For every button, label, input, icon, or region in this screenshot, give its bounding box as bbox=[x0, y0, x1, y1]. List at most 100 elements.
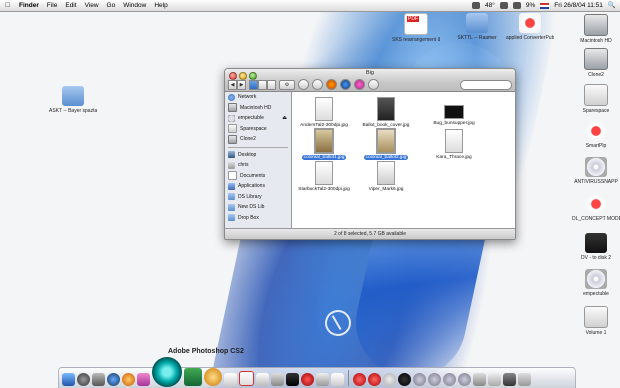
window-titlebar[interactable]: Big ◀ ▶ ⚙ bbox=[225, 69, 515, 92]
minimized-window-icon[interactable] bbox=[473, 373, 486, 386]
desktop-icon-pdf[interactable]: SKS rearrangement & cleared comp bbox=[392, 13, 440, 43]
toolbar-app-icon-4[interactable] bbox=[354, 79, 365, 90]
forward-button[interactable]: ▶ bbox=[237, 79, 246, 90]
desktop-icon-concept[interactable]: DL_CONCEPT MODE bbox=[572, 194, 620, 222]
toolbar-app-icon-1[interactable] bbox=[312, 79, 323, 90]
minimized-window-icon[interactable] bbox=[503, 373, 516, 386]
preview-dock-icon[interactable] bbox=[224, 373, 237, 386]
minimized-window-icon[interactable] bbox=[488, 373, 501, 386]
menu-go[interactable]: Go bbox=[103, 0, 120, 11]
app-dock-icon[interactable] bbox=[331, 373, 344, 386]
menu-window[interactable]: Window bbox=[119, 0, 150, 11]
sidebar-item-sparespace[interactable]: Sparespace bbox=[225, 124, 291, 135]
acrobat-dock-icon[interactable] bbox=[239, 371, 254, 386]
app-dock-icon[interactable] bbox=[184, 368, 202, 386]
file-item-selected[interactable]: colonial_ballot1.jpg bbox=[292, 128, 356, 160]
desktop-icon-clone2[interactable]: Clone2 bbox=[572, 48, 620, 78]
desktop-icon-volume1[interactable]: Volume 1 bbox=[572, 306, 620, 336]
temperature-icon[interactable] bbox=[471, 2, 480, 9]
file-item-selected[interactable]: colonial_ballot2.jpg bbox=[354, 128, 418, 160]
app-dock-icon[interactable] bbox=[271, 373, 284, 386]
battery-icon[interactable] bbox=[512, 2, 521, 9]
minimized-window-icon[interactable] bbox=[413, 373, 426, 386]
dock-hover-label: Adobe Photoshop CS2 bbox=[168, 348, 244, 355]
sidebar-item-drop-box[interactable]: Drop Box bbox=[225, 213, 291, 224]
volume-icon[interactable] bbox=[499, 2, 508, 9]
minimized-window-icon[interactable] bbox=[353, 373, 366, 386]
menu-finder[interactable]: Finder bbox=[15, 0, 43, 11]
desktop-icon-folder-2[interactable]: SKTTL -- Raamer bbox=[453, 13, 501, 41]
menu-view[interactable]: View bbox=[81, 0, 103, 11]
menu-help[interactable]: Help bbox=[150, 0, 171, 11]
file-item[interactable]: Viper_Mark6.jpg bbox=[354, 161, 418, 192]
sidebar-item-ds-library[interactable]: DS Library bbox=[225, 192, 291, 203]
list-view-button[interactable] bbox=[258, 79, 267, 90]
hard-drive-icon bbox=[228, 103, 237, 113]
menu-file[interactable]: File bbox=[43, 0, 61, 11]
search-field[interactable] bbox=[460, 79, 512, 90]
safari-dock-icon[interactable] bbox=[107, 373, 120, 386]
sidebar-item-empectuble[interactable]: empectuble ⏏ bbox=[225, 113, 291, 124]
itunes-dock-icon[interactable] bbox=[122, 373, 135, 386]
burn-icon[interactable] bbox=[298, 79, 309, 90]
sidebar-item-macintosh-hd[interactable]: Macintosh HD bbox=[225, 103, 291, 114]
sidebar-item-applications[interactable]: Applications bbox=[225, 181, 291, 192]
column-view-button[interactable] bbox=[267, 79, 276, 90]
desktop-icon-macintosh-hd[interactable]: Macintosh HD bbox=[572, 14, 620, 44]
desktop-icon-folder[interactable]: ASKT -- Bayer spaztar bbox=[49, 86, 97, 114]
apple-menu-icon[interactable]:  bbox=[0, 0, 15, 11]
image-thumbnail bbox=[315, 161, 333, 185]
battery-readout: 9% bbox=[525, 2, 536, 9]
desktop-icon bbox=[228, 151, 235, 159]
action-menu-button[interactable]: ⚙ bbox=[279, 79, 295, 90]
app-dock-icon[interactable] bbox=[204, 368, 222, 386]
app-dock-icon[interactable] bbox=[137, 373, 150, 386]
app-dock-icon[interactable] bbox=[256, 373, 269, 386]
spotlight-icon[interactable]: 🔍 bbox=[608, 0, 616, 11]
app-dock-icon[interactable] bbox=[286, 373, 299, 386]
desktop-icon-app[interactable]: applied ConverterPublish bbox=[506, 13, 554, 41]
photoshop-dock-icon[interactable] bbox=[152, 357, 182, 387]
file-item[interactable]: StarbuckTal2-300dpi.jpg bbox=[292, 161, 356, 192]
application-icon bbox=[585, 194, 607, 214]
desktop-icon-antivirus[interactable]: ANTIVIRUSSNAPP bbox=[572, 157, 620, 185]
minimized-window-icon[interactable] bbox=[443, 373, 456, 386]
back-button[interactable]: ◀ bbox=[228, 79, 237, 90]
sidebar-item-network[interactable]: Network bbox=[225, 92, 291, 103]
mail-dock-icon[interactable] bbox=[92, 373, 105, 386]
file-item[interactable]: Bug_bunsupper.jpg bbox=[422, 97, 486, 126]
dashboard-dock-icon[interactable] bbox=[77, 373, 90, 386]
sidebar-item-desktop[interactable]: Desktop bbox=[225, 150, 291, 161]
application-icon bbox=[585, 121, 607, 141]
file-item[interactable]: Ballot_book_cover.jpg bbox=[354, 97, 418, 128]
trash-icon[interactable] bbox=[518, 373, 531, 386]
sidebar-item-new-ds-lib[interactable]: New DS Lib bbox=[225, 202, 291, 213]
desktop-icon-dv[interactable]: DV - to disk 2 bbox=[572, 233, 620, 261]
icon-view-button[interactable] bbox=[249, 79, 258, 90]
minimized-window-icon[interactable] bbox=[368, 373, 381, 386]
finder-dock-icon[interactable] bbox=[62, 373, 75, 386]
minimized-window-icon[interactable] bbox=[428, 373, 441, 386]
desktop-icon-smartplp[interactable]: SmartPlp bbox=[572, 121, 620, 149]
toolbar-app-icon-2[interactable] bbox=[326, 79, 337, 90]
toolbar-app-icon-3[interactable] bbox=[340, 79, 351, 90]
toolbar-app-icon-5[interactable] bbox=[368, 79, 379, 90]
clock[interactable]: Fri 26/8/04 11:51 bbox=[554, 0, 603, 11]
minimized-window-icon[interactable] bbox=[458, 373, 471, 386]
minimized-window-icon[interactable] bbox=[383, 373, 396, 386]
sidebar-item-documents[interactable]: Documents bbox=[225, 171, 291, 182]
minimized-window-icon[interactable] bbox=[398, 373, 411, 386]
desktop-icon-sparespace[interactable]: Sparespace bbox=[572, 84, 620, 114]
input-menu-flag-icon[interactable] bbox=[540, 2, 550, 9]
file-item[interactable]: Kara_Thrace.jpg bbox=[422, 129, 486, 160]
menu-edit[interactable]: Edit bbox=[61, 0, 80, 11]
app-dock-icon[interactable] bbox=[301, 373, 314, 386]
eject-icon[interactable]: ⏏ bbox=[282, 115, 291, 121]
folder-icon bbox=[228, 214, 235, 222]
app-dock-icon[interactable] bbox=[316, 373, 329, 386]
file-item[interactable]: AndersTal2-300dpi.jpg bbox=[292, 97, 356, 128]
image-thumbnail bbox=[444, 105, 464, 119]
sidebar-item-chris[interactable]: chris bbox=[225, 160, 291, 171]
sidebar-item-clone2[interactable]: Clone2 bbox=[225, 134, 291, 145]
desktop-icon-empectuble[interactable]: empectuble bbox=[572, 269, 620, 297]
